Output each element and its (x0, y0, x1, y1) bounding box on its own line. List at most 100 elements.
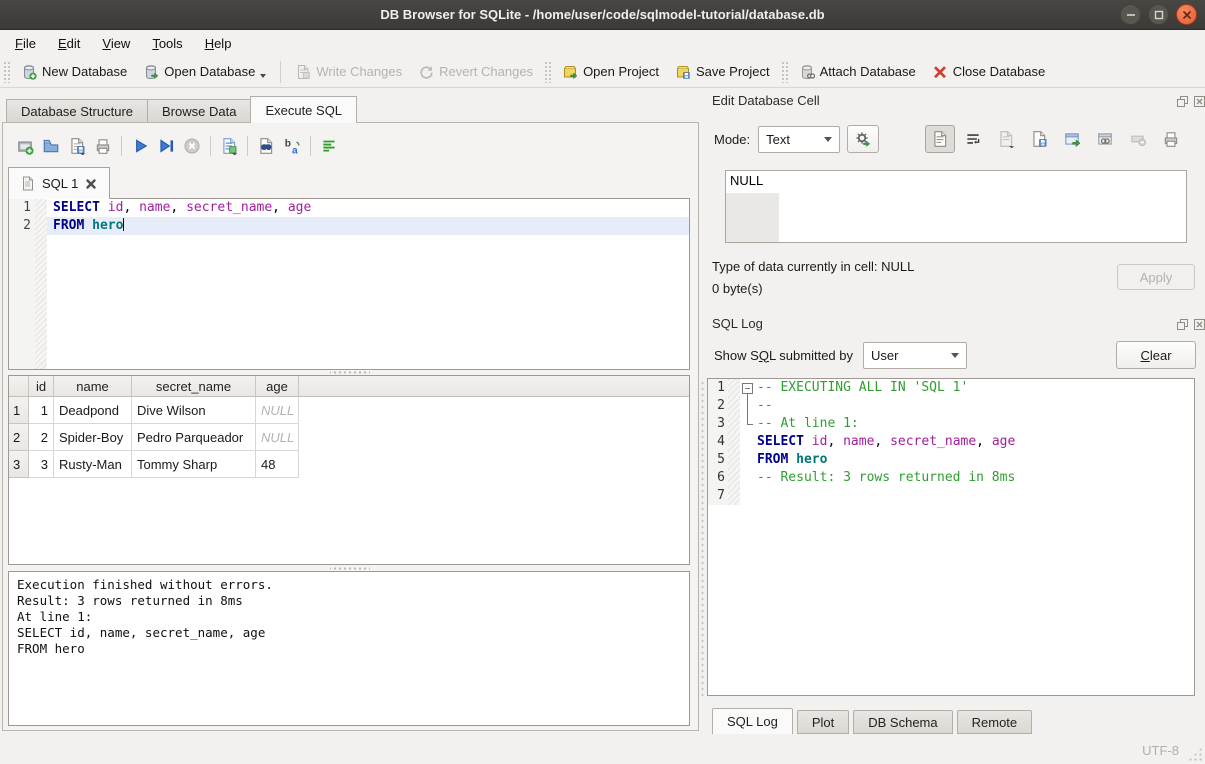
toolbar-button-label: Open Database (164, 64, 255, 79)
table-cell[interactable]: NULL (256, 397, 299, 424)
dropdown-arrow-icon[interactable] (260, 74, 266, 78)
fold-marker (740, 415, 755, 433)
close-database-button[interactable]: Close Database (924, 60, 1054, 84)
table-cell[interactable]: Tommy Sharp (132, 451, 256, 478)
revert-changes-icon (418, 64, 434, 80)
table-cell[interactable]: Deadpond (54, 397, 132, 424)
tab-label: SQL Log (727, 714, 778, 729)
cell-mode-row: Mode: Text (714, 124, 1186, 154)
edit-link-icon[interactable] (1090, 125, 1120, 153)
menu-item-file[interactable]: File (4, 32, 47, 55)
float-panel-icon[interactable] (1175, 94, 1189, 108)
db-open-icon (143, 64, 159, 80)
column-header-name[interactable]: name (54, 376, 132, 396)
fold-marker[interactable] (740, 379, 755, 397)
mode-select[interactable]: Text (758, 126, 840, 153)
menu-item-view[interactable]: View (91, 32, 141, 55)
titlebar[interactable]: DB Browser for SQLite - /home/user/code/… (0, 0, 1205, 30)
table-cell[interactable]: 3 (29, 451, 54, 478)
resize-grip[interactable] (1188, 747, 1202, 761)
menu-item-edit[interactable]: Edit (47, 32, 91, 55)
column-header-id[interactable]: id (29, 376, 54, 396)
editor-line[interactable]: 2FROM hero (9, 217, 689, 235)
sql-editor[interactable]: 1SELECT id, name, secret_name, age2FROM … (8, 198, 690, 370)
print-cell-icon[interactable] (1156, 125, 1186, 153)
open-sql-icon[interactable] (39, 134, 63, 158)
open-database-button[interactable]: Open Database (135, 60, 274, 84)
column-header-age[interactable]: age (256, 376, 299, 396)
float-panel-icon[interactable] (1175, 317, 1189, 331)
execute-current-line-icon[interactable] (154, 134, 178, 158)
tab-sql-log[interactable]: SQL Log (712, 708, 793, 734)
sql-tab-close-icon[interactable] (85, 178, 97, 190)
svg-text:b: b (285, 139, 291, 150)
log-filter-select[interactable]: User (863, 342, 967, 369)
table-cell[interactable]: Rusty-Man (54, 451, 132, 478)
window-controls (1120, 4, 1197, 25)
close-icon[interactable] (1176, 4, 1197, 25)
format-sql-icon[interactable] (317, 134, 341, 158)
find-replace-icon[interactable]: ba (280, 134, 304, 158)
tab-execute-sql[interactable]: Execute SQL (250, 96, 357, 123)
table-cell[interactable]: Dive Wilson (132, 397, 256, 424)
close-panel-icon[interactable] (1192, 94, 1205, 108)
log-line: 6-- Result: 3 rows returned in 8ms (708, 469, 1194, 487)
apply-button: Apply (1117, 264, 1195, 290)
tab-database-structure[interactable]: Database Structure (6, 99, 148, 123)
tab-db-schema[interactable]: DB Schema (853, 710, 952, 734)
table-cell[interactable]: 48 (256, 451, 299, 478)
word-wrap-icon[interactable] (958, 125, 988, 153)
minimize-icon[interactable] (1120, 4, 1141, 25)
tab-browse-data[interactable]: Browse Data (147, 99, 251, 123)
new-tab-icon[interactable] (13, 134, 37, 158)
table-cell[interactable]: Pedro Parqueador (132, 424, 256, 451)
menu-item-help[interactable]: Help (194, 32, 243, 55)
table-cell[interactable]: 1 (29, 397, 54, 424)
log-filter-value: User (871, 348, 898, 363)
clear-log-button[interactable]: Clear (1116, 341, 1196, 369)
close-panel-icon[interactable] (1192, 317, 1205, 331)
table-cell[interactable]: Spider-Boy (54, 424, 132, 451)
menu-item-tools[interactable]: Tools (141, 32, 193, 55)
tab-plot[interactable]: Plot (797, 710, 849, 734)
cell-value: NULL (730, 173, 763, 188)
open-in-external-app-icon[interactable] (1057, 125, 1087, 153)
line-number: 3 (708, 415, 728, 433)
save-project-button[interactable]: Save Project (667, 60, 778, 84)
fold-space (740, 433, 755, 451)
log-line: 3-- At line 1: (708, 415, 1194, 433)
table-cell[interactable]: 2 (29, 424, 54, 451)
tab-remote[interactable]: Remote (957, 710, 1033, 734)
toolbar-separator (210, 136, 211, 156)
editor-line[interactable]: 1SELECT id, name, secret_name, age (9, 199, 689, 217)
sql-tab-label: SQL 1 (42, 176, 78, 191)
text-mode-icon[interactable] (925, 125, 955, 153)
maximize-icon[interactable] (1148, 4, 1169, 25)
export-results-icon[interactable] (217, 134, 241, 158)
cell-value-editor[interactable]: NULL (725, 170, 1187, 243)
find-icon[interactable] (254, 134, 278, 158)
export-to-file-icon[interactable] (1024, 125, 1054, 153)
open-project-button[interactable]: Open Project (554, 60, 667, 84)
execute-all-icon[interactable] (128, 134, 152, 158)
log-line-text: SELECT id, name, secret_name, age (755, 433, 1194, 451)
toolbar-button-label: Revert Changes (439, 64, 533, 79)
fold-margin (728, 487, 740, 505)
table-cell[interactable]: NULL (256, 424, 299, 451)
log-line: 5FROM hero (708, 451, 1194, 469)
apply-settings-button[interactable] (847, 125, 879, 153)
fold-margin (35, 217, 47, 235)
table-row: 33Rusty-ManTommy Sharp48 (9, 451, 689, 478)
save-sql-icon[interactable] (65, 134, 89, 158)
app-window: DB Browser for SQLite - /home/user/code/… (0, 0, 1205, 764)
toolbar-button-label: New Database (42, 64, 127, 79)
results-table[interactable]: idnamesecret_nameage11DeadpondDive Wilso… (8, 375, 690, 565)
attach-database-button[interactable]: Attach Database (791, 60, 924, 84)
dock-splitter[interactable] (700, 380, 705, 696)
new-database-button[interactable]: New Database (13, 60, 135, 84)
project-open-icon (562, 64, 578, 80)
sql-editor-tab[interactable]: SQL 1 (8, 167, 110, 199)
print-icon[interactable] (91, 134, 115, 158)
column-header-secret_name[interactable]: secret_name (132, 376, 256, 396)
toolbar-button-label: Open Project (583, 64, 659, 79)
